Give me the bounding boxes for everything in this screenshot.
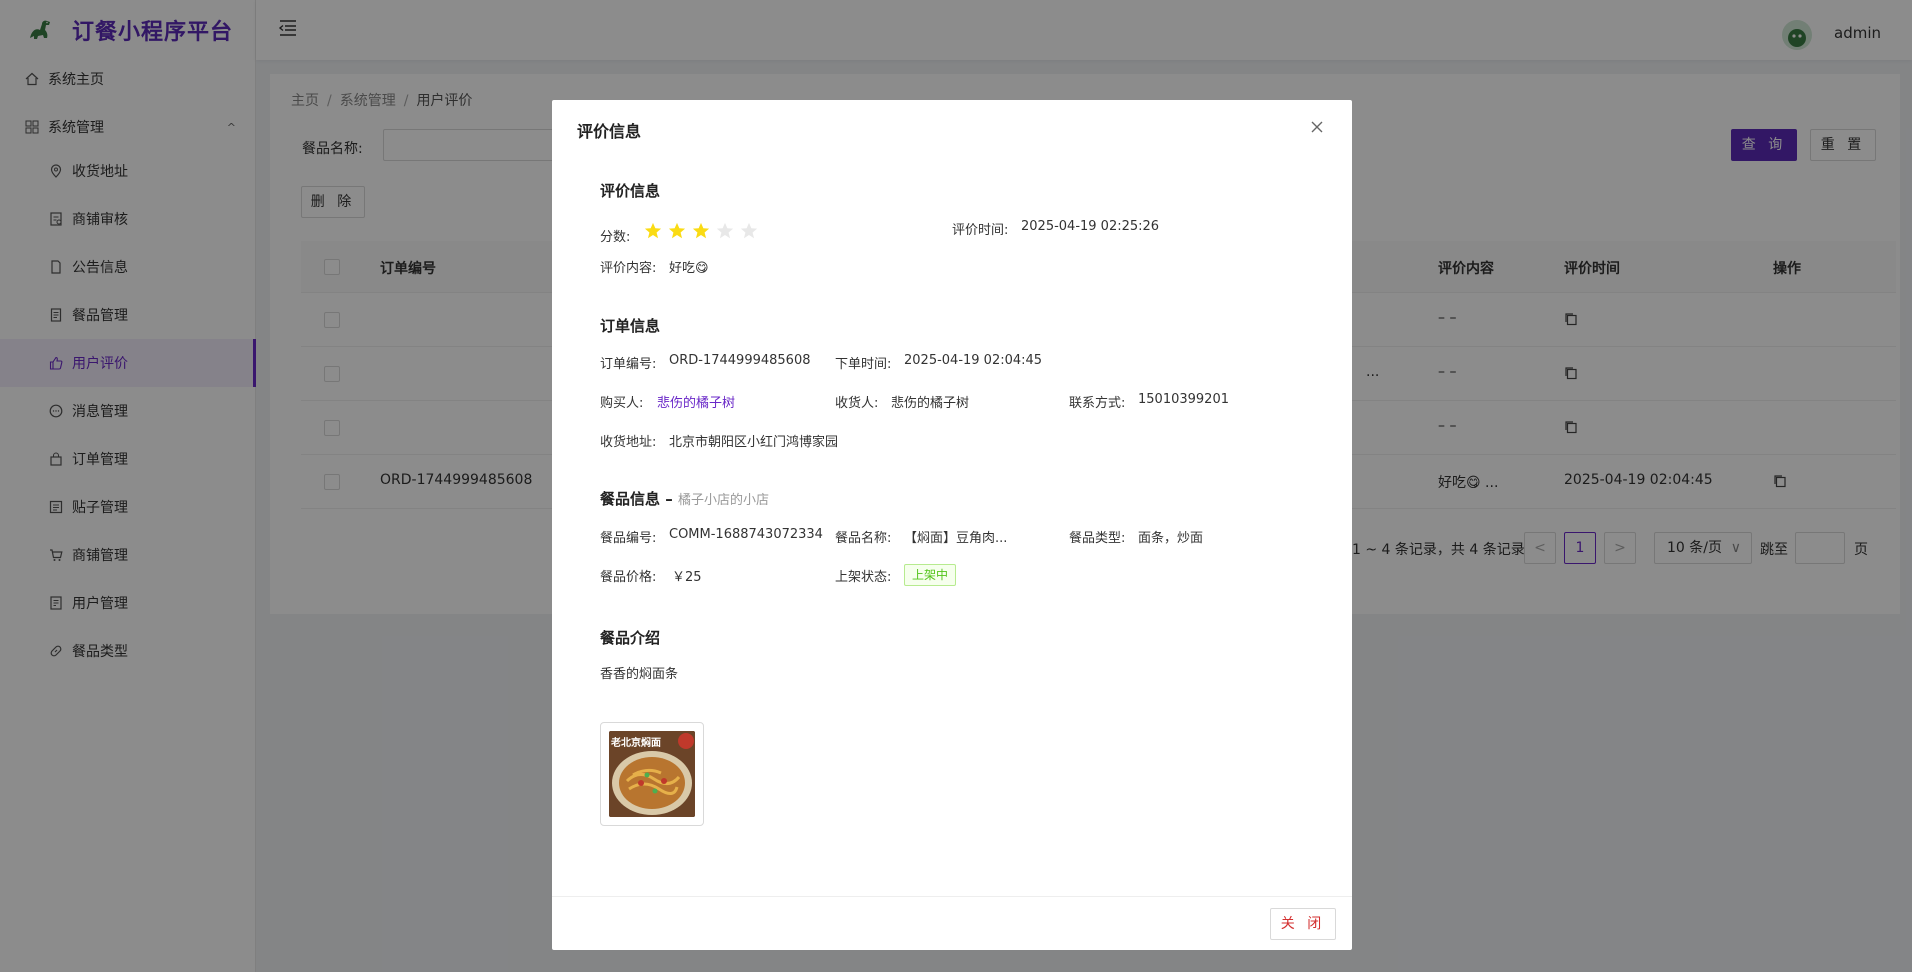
order-time: 2025-04-19 02:04:45 (904, 353, 1043, 368)
address: 北京市朝阳区小红门鸿博家园 (669, 435, 839, 450)
modal-title: 评价信息 (577, 122, 642, 141)
star-icon (644, 222, 662, 239)
shop-name: 橘子小店的小店 (677, 493, 769, 508)
food-no-label: 餐品编号: (600, 531, 657, 546)
receiver: 悲伤的橘子树 (891, 396, 970, 411)
star-empty-icon (716, 222, 734, 239)
review-content-label: 评价内容: (600, 261, 657, 276)
review-section-title: 评价信息 (600, 182, 661, 200)
star-empty-icon (740, 222, 758, 239)
review-time-label: 评价时间: (952, 223, 1009, 238)
receiver-label: 收货人: (835, 396, 879, 411)
contact: 15010399201 (1138, 392, 1229, 407)
food-section-dash: – (665, 490, 673, 508)
close-button[interactable]: 关 闭 (1270, 908, 1336, 940)
food-photo: 老北京焖面 (609, 731, 695, 817)
close-icon[interactable] (1310, 120, 1324, 134)
food-price: ￥25 (672, 570, 702, 585)
order-no-label: 订单编号: (600, 357, 657, 372)
food-price-label: 餐品价格: (600, 570, 657, 585)
food-photo-caption: 老北京焖面 (611, 738, 661, 749)
star-icon (692, 222, 710, 239)
star-rating (644, 222, 764, 240)
food-type: 面条，炒面 (1138, 531, 1204, 546)
modal-footer-divider (552, 896, 1352, 897)
food-section-title: 餐品信息 – 橘子小店的小店 (600, 488, 769, 509)
food-section-label: 餐品信息 (600, 490, 661, 508)
food-image[interactable]: 老北京焖面 (600, 722, 704, 826)
review-time: 2025-04-19 02:25:26 (1021, 219, 1160, 234)
order-time-label: 下单时间: (835, 357, 892, 372)
food-no: COMM-1688743072334 (669, 527, 823, 542)
review-content: 好吃😋 (669, 261, 709, 276)
address-label: 收货地址: (600, 435, 657, 450)
review-detail-modal: 评价信息 评价信息 分数: 评价时间: 2025-04-19 02:25:26 … (552, 100, 1352, 950)
score-label: 分数: (600, 230, 631, 245)
order-section-title: 订单信息 (600, 317, 661, 335)
status-badge: 上架中 (904, 564, 957, 586)
intro-text: 香香的焖面条 (600, 667, 679, 682)
food-status-label: 上架状态: (835, 570, 892, 585)
buyer-link[interactable]: 悲伤的橘子树 (657, 392, 735, 411)
intro-section-title: 餐品介绍 (600, 629, 661, 647)
star-icon (668, 222, 686, 239)
contact-label: 联系方式: (1069, 396, 1126, 411)
food-type-label: 餐品类型: (1069, 531, 1126, 546)
buyer-label: 购买人: (600, 396, 644, 411)
food-name-label: 餐品名称: (835, 531, 892, 546)
order-no: ORD-1744999485608 (669, 353, 811, 368)
food-name: 【焖面】豆角肉... (904, 531, 1008, 546)
